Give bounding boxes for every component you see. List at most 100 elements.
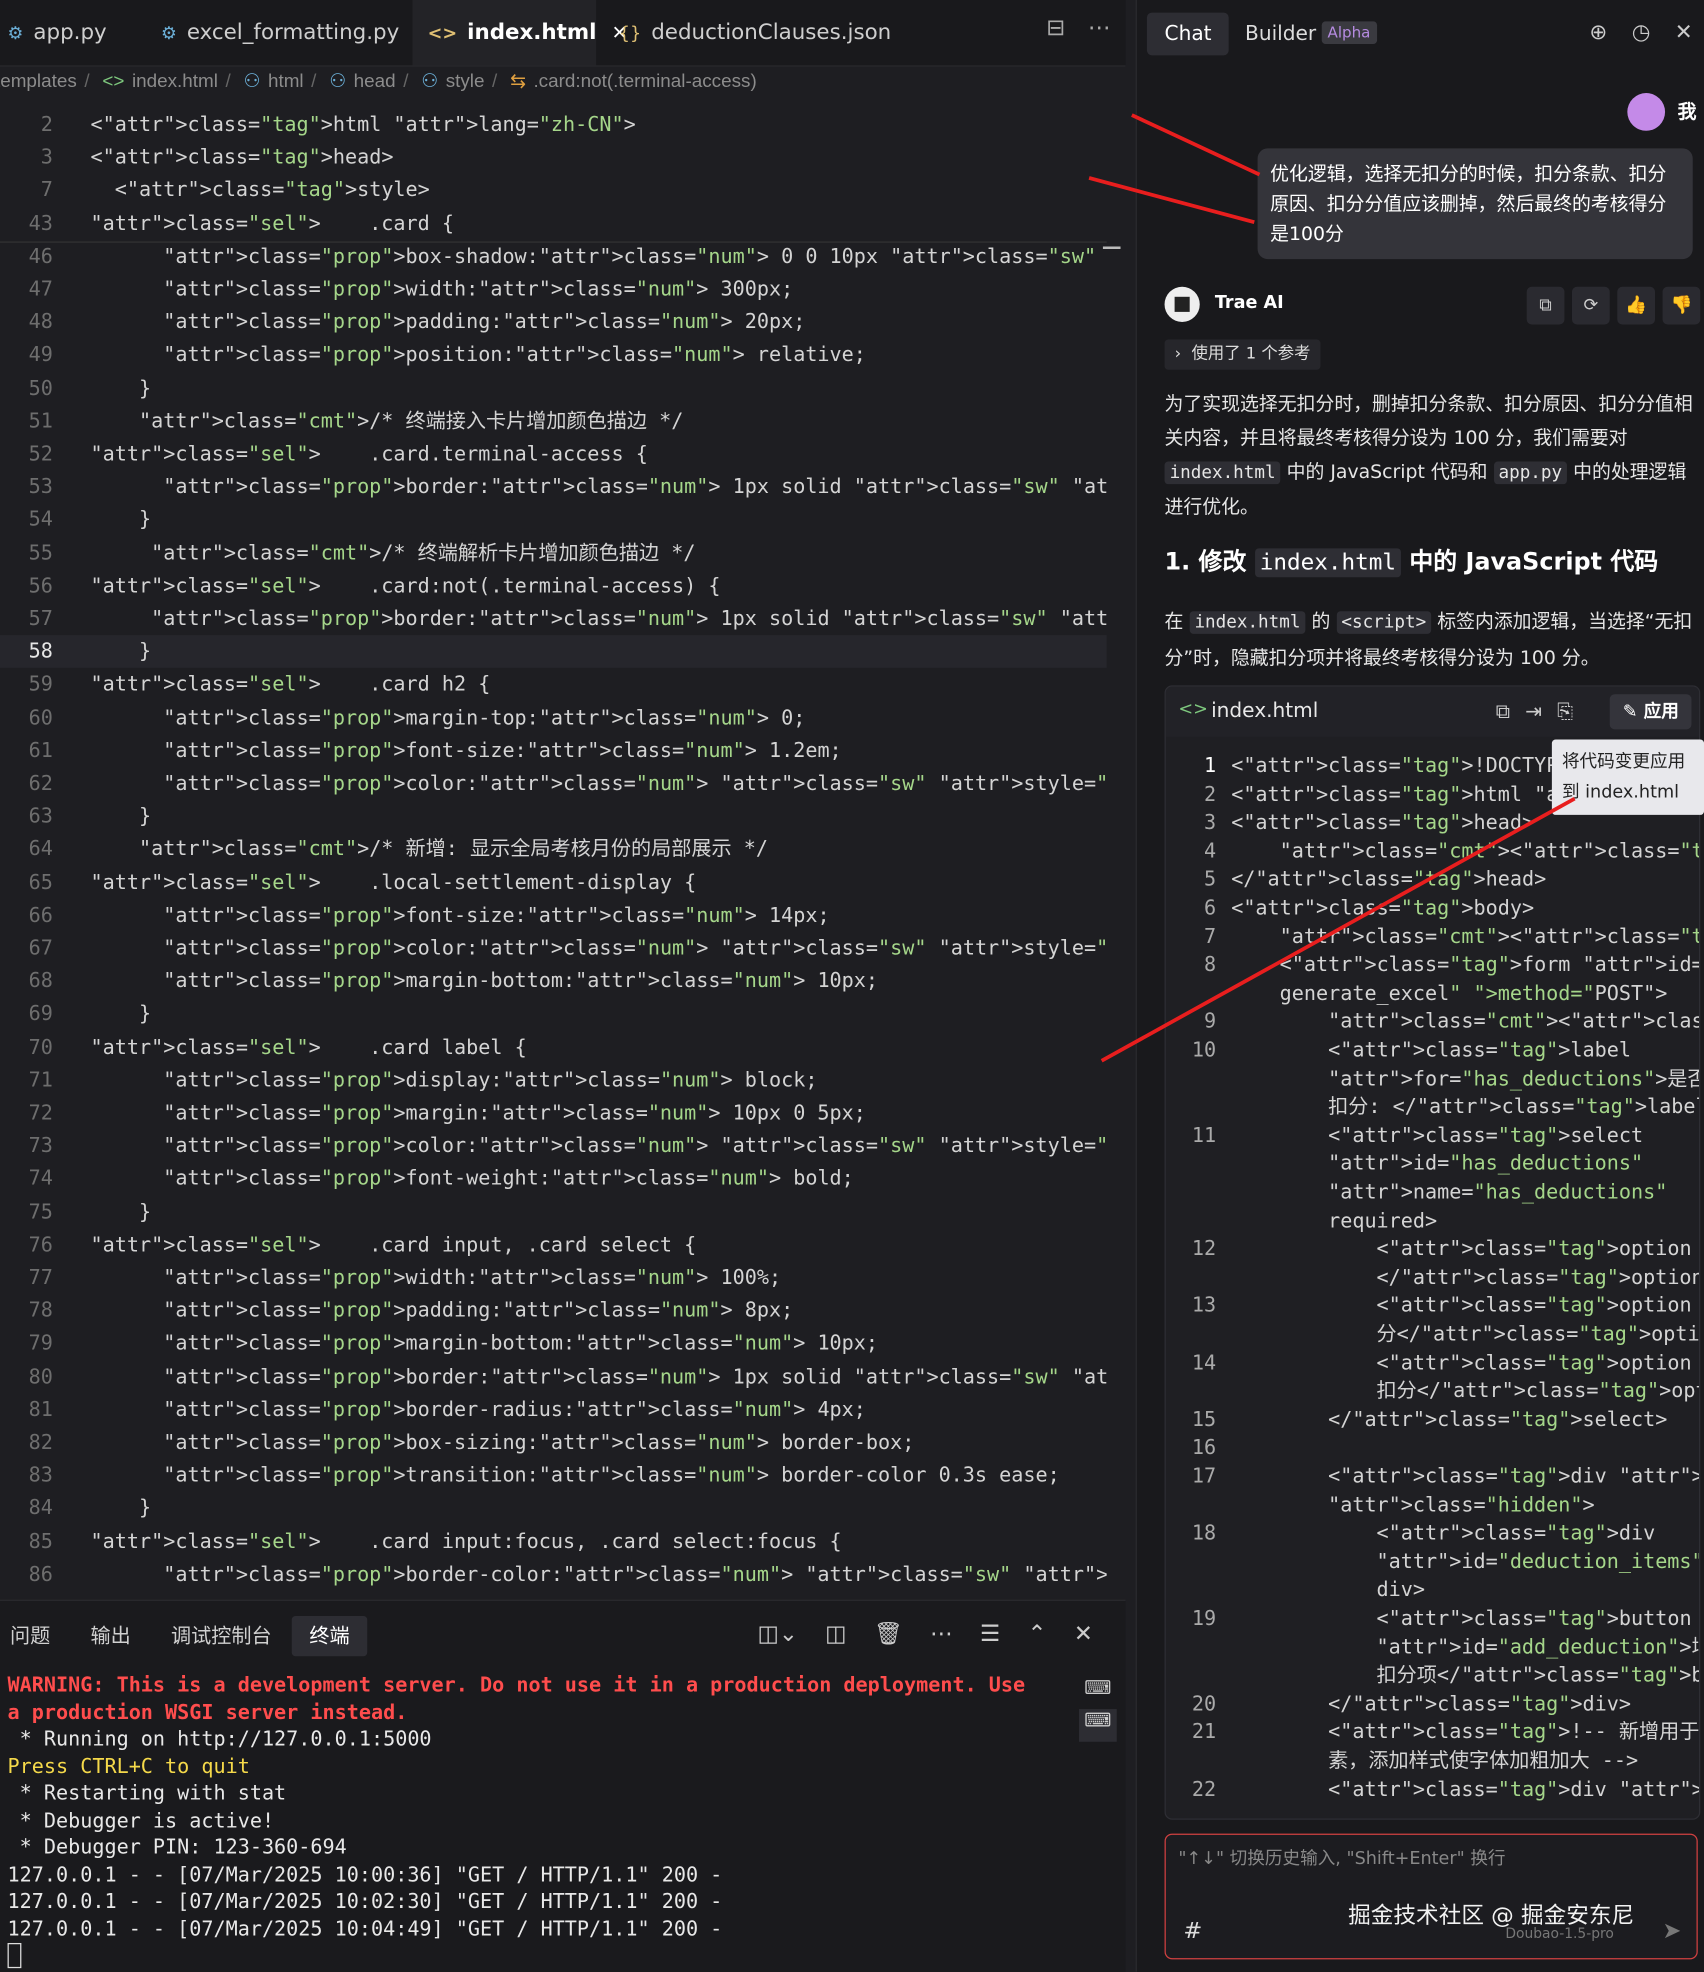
history-icon[interactable]: ◷ — [1632, 20, 1651, 45]
line-text: "attr">class="sel"> .local-settlement-di… — [90, 869, 697, 894]
line-text: "attr">class="prop">padding:"attr">class… — [163, 1298, 794, 1322]
code-line[interactable]: 57 "attr">class="prop">border:"attr">cla… — [0, 602, 1107, 635]
code-line[interactable]: 59 "attr">class="sel"> .card h2 { — [0, 668, 1107, 701]
code-line[interactable]: 70 "attr">class="sel"> .card label { — [0, 1031, 1107, 1064]
code-line[interactable]: 51 "attr">class="cmt">/* 终端接入卡片增加颜色描边 */ — [0, 405, 1107, 438]
code-line[interactable]: 74 "attr">class="prop">font-weight:"attr… — [0, 1163, 1107, 1196]
line-number: 76 — [28, 1232, 53, 1257]
code-line[interactable]: 60 "attr">class="prop">margin-top:"attr"… — [0, 701, 1107, 734]
code-line[interactable]: 75 } — [0, 1195, 1107, 1228]
model-label[interactable]: Doubao-1.5-pro — [1505, 1925, 1613, 1941]
terminal-instance-icon[interactable]: ⌨ — [1079, 1676, 1117, 1709]
code-line[interactable]: 63 } — [0, 800, 1107, 833]
tab-debug-console[interactable]: 调试控制台 — [169, 1616, 275, 1656]
thumbs-up-icon[interactable]: 👍 — [1617, 286, 1656, 325]
code-line[interactable]: 73 "attr">class="prop">color:"attr">clas… — [0, 1130, 1107, 1163]
settings-icon[interactable]: ☰ — [980, 1621, 1000, 1647]
code-line[interactable]: 66 "attr">class="prop">font-size:"attr">… — [0, 899, 1107, 932]
close-icon[interactable]: ✕ — [1675, 20, 1693, 45]
code-line[interactable]: 3 <"attr">class="tag">head> — [0, 141, 1107, 174]
trash-icon[interactable]: 🗑 — [874, 1621, 903, 1647]
new-terminal-icon[interactable]: ◫⌄ — [757, 1621, 797, 1647]
split-editor-icon[interactable]: ⊟ — [1046, 15, 1065, 41]
magic-wand-icon: ✎ — [1622, 701, 1644, 722]
code-line[interactable]: 71 "attr">class="prop">display:"attr">cl… — [0, 1064, 1107, 1097]
code-line[interactable]: 50 } — [0, 372, 1107, 405]
line-text: "attr">class="prop">transition:"attr">cl… — [163, 1462, 1060, 1487]
code-area[interactable]: 2 <"attr">class="tag">html "attr">lang="z… — [0, 108, 1107, 1597]
tab-chat[interactable]: Chat — [1146, 12, 1230, 56]
code-line[interactable]: 85 "attr">class="sel"> .card input:focus,… — [0, 1525, 1107, 1558]
code-line[interactable]: 58 } — [0, 635, 1107, 669]
terminal-instance-icon[interactable]: ⌨ — [1079, 1709, 1117, 1742]
code-line[interactable]: 61 "attr">class="prop">font-size:"attr">… — [0, 734, 1107, 767]
code-line[interactable]: 64 "attr">class="cmt">/* 新增: 显示全局考核月份的局部… — [0, 833, 1107, 866]
chat-input[interactable]: "↑↓" 切换历史输入, "Shift+Enter" 换行 # 掘金技术社区 @… — [1164, 1833, 1698, 1960]
regenerate-icon[interactable]: ⟳ — [1571, 286, 1610, 325]
code-line[interactable]: 48 "attr">class="prop">padding:"attr">cl… — [0, 306, 1107, 339]
code-line[interactable]: 52 "attr">class="sel"> .card.terminal-acc… — [0, 438, 1107, 471]
close-icon[interactable]: ✕ — [1074, 1621, 1093, 1647]
insert-icon[interactable]: ⇥ — [1525, 699, 1542, 723]
split-terminal-icon[interactable]: ◫ — [825, 1621, 846, 1647]
scrollbar-indicator[interactable] — [1102, 246, 1121, 250]
code-line[interactable]: 53 "attr">class="prop">border:"attr">cla… — [0, 471, 1107, 504]
code-line[interactable]: 81 "attr">class="prop">border-radius:"at… — [0, 1393, 1107, 1426]
tab-terminal[interactable]: 终端 — [291, 1616, 368, 1657]
code-line[interactable]: 56 "attr">class="sel"> .card:not(.termina… — [0, 569, 1107, 602]
apply-button[interactable]: ✎ 应用 — [1610, 694, 1692, 730]
breadcrumb-item[interactable]: index.html — [132, 70, 218, 91]
code-line[interactable]: 68 "attr">class="prop">margin-bottom:"at… — [0, 965, 1107, 998]
code-line[interactable]: 62 "attr">class="prop">color:"attr">clas… — [0, 767, 1107, 800]
code-line[interactable]: 72 "attr">class="prop">margin:"attr">cla… — [0, 1097, 1107, 1130]
code-line[interactable]: 46 "attr">class="prop">box-shadow:"attr"… — [0, 240, 1107, 273]
line-text: "attr">class="prop">border-radius:"attr"… — [163, 1396, 866, 1421]
line-number: 72 — [28, 1100, 53, 1125]
code-line[interactable]: 83 "attr">class="prop">transition:"attr"… — [0, 1459, 1107, 1492]
line-text: "attr">class="prop">color:"attr">class="… — [163, 1133, 1106, 1158]
code-line[interactable]: 80 "attr">class="prop">border:"attr">cla… — [0, 1360, 1107, 1393]
tab-app-py[interactable]: ⚙ app.py — [8, 0, 144, 65]
code-line[interactable]: 65 "attr">class="sel"> .local-settlement-… — [0, 866, 1107, 899]
breadcrumb-item[interactable]: templates — [0, 70, 77, 91]
terminal-output[interactable]: WARNING: This is a development server. D… — [8, 1671, 1027, 1941]
more-icon[interactable]: ⋯ — [930, 1621, 953, 1647]
code-line[interactable]: 55 "attr">class="cmt">/* 终端解析卡片增加颜色描边 */ — [0, 536, 1107, 569]
new-chat-icon[interactable]: ⊕ — [1589, 20, 1607, 45]
code-line[interactable]: 54 } — [0, 504, 1107, 537]
tab-output[interactable]: 输出 — [88, 1616, 133, 1656]
send-icon[interactable]: ➤ — [1662, 1918, 1681, 1944]
tab-index-html[interactable]: <> index.html ✕ — [412, 0, 627, 66]
breadcrumb-item[interactable]: .card:not(.terminal-access) — [533, 70, 756, 91]
code-line[interactable]: 69 } — [0, 998, 1107, 1031]
code-line[interactable]: 77 "attr">class="prop">width:"attr">clas… — [0, 1261, 1107, 1294]
code-line[interactable]: 82 "attr">class="prop">box-sizing:"attr"… — [0, 1426, 1107, 1459]
code-line[interactable]: 7 <"attr">class="tag">style> — [0, 174, 1107, 207]
code-line[interactable]: 49 "attr">class="prop">position:"attr">c… — [0, 339, 1107, 372]
code-line[interactable]: 84 } — [0, 1492, 1107, 1525]
code-line[interactable]: 2 <"attr">class="tag">html "attr">lang="z… — [0, 108, 1107, 141]
context-hash-button[interactable]: # — [1183, 1918, 1202, 1944]
breadcrumb-item[interactable]: html — [268, 70, 304, 91]
tab-problems[interactable]: 问题 — [8, 1616, 53, 1656]
add-file-icon[interactable]: ⎘ — [1557, 699, 1573, 723]
more-icon[interactable]: ⋯ — [1088, 15, 1111, 41]
code-line[interactable]: 86 "attr">class="prop">border-color:"att… — [0, 1558, 1107, 1591]
thumbs-down-icon[interactable]: 👎 — [1662, 286, 1701, 325]
breadcrumb-item[interactable]: head — [354, 70, 396, 91]
references-toggle[interactable]: › 使用了 1 个参考 — [1164, 339, 1321, 370]
tab-deduction-clauses-json[interactable]: {} deductionClauses.json — [619, 0, 891, 65]
copy-icon[interactable]: ⧉ — [1526, 286, 1565, 325]
code-line[interactable]: 67 "attr">class="prop">color:"attr">clas… — [0, 932, 1107, 965]
code-line[interactable]: 76 "attr">class="sel"> .card input, .card… — [0, 1228, 1107, 1261]
code-line[interactable]: 78 "attr">class="prop">padding:"attr">cl… — [0, 1294, 1107, 1327]
tab-excel-formatting-py[interactable]: ⚙ excel_formatting.py — [161, 0, 407, 65]
copy-icon[interactable]: ⧉ — [1496, 699, 1510, 723]
breadcrumb-item[interactable]: style — [446, 70, 485, 91]
chevron-up-icon[interactable]: ⌃ — [1028, 1621, 1047, 1647]
code-line[interactable]: 43 "attr">class="sel"> .card { — [0, 207, 1107, 240]
code-editor[interactable]: ⚙ app.py ⚙ excel_formatting.py <> index.htm… — [0, 0, 1126, 1598]
code-line[interactable]: 79 "attr">class="prop">margin-bottom:"at… — [0, 1327, 1107, 1360]
tab-builder[interactable]: Builder Alpha — [1245, 13, 1377, 56]
code-line[interactable]: 47 "attr">class="prop">width:"attr">clas… — [0, 273, 1107, 306]
